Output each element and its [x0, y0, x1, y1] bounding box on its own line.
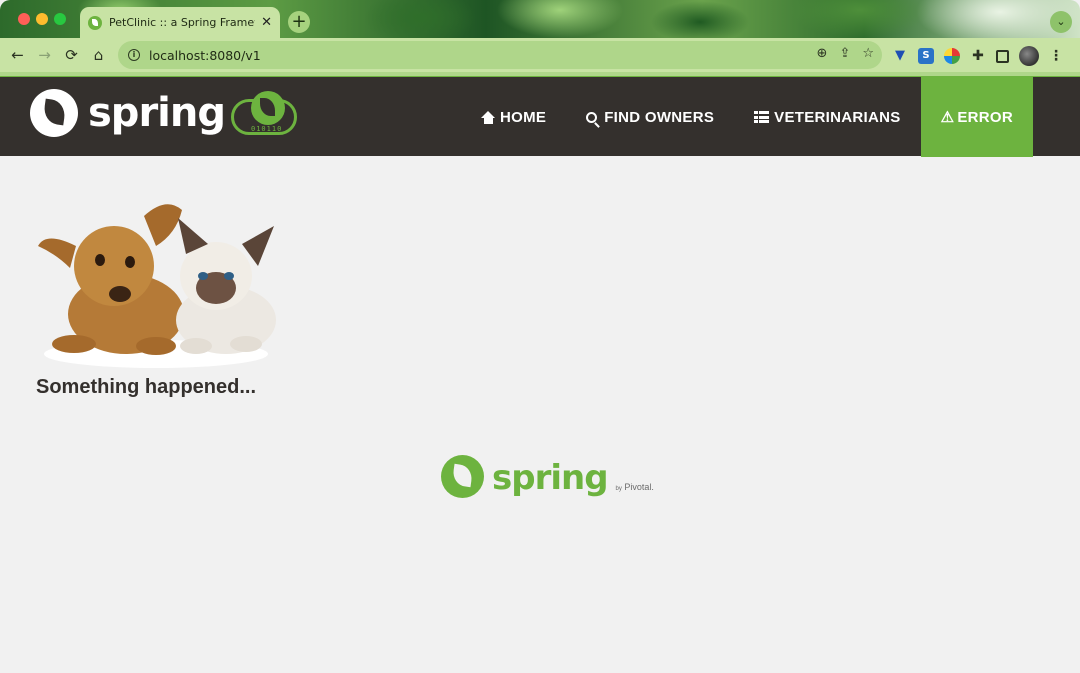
more-menu-icon[interactable]: ⋮: [1049, 48, 1063, 64]
url-text[interactable]: localhost:8080/v1: [149, 48, 261, 63]
nav-error[interactable]: ⚠ ERROR: [920, 77, 1033, 157]
browser-tab[interactable]: PetClinic :: a Spring Framework demo ✕: [80, 7, 280, 38]
spring-leaf-icon: [30, 89, 78, 137]
footer-brand-text: spring: [492, 458, 609, 498]
back-button[interactable]: ←: [4, 46, 31, 64]
app-navbar: spring 010110 HOME FIND OWNERS VETERINAR…: [0, 76, 1080, 157]
tab-search-button[interactable]: ⌄: [1050, 11, 1072, 33]
spring-logo[interactable]: spring 010110: [30, 89, 297, 137]
browser-toolbar: ← → ⟳ ⌂ i localhost:8080/v1 ⊕ ⇪ ☆ ▼ S ✚ …: [0, 38, 1080, 72]
main-nav: HOME FIND OWNERS VETERINARIANS ⚠ ERROR: [461, 77, 1033, 157]
share-icon[interactable]: ⇪: [839, 46, 850, 61]
petclinic-badge-icon: 010110: [231, 91, 297, 135]
address-bar[interactable]: i localhost:8080/v1 ⊕ ⇪ ☆: [118, 41, 882, 69]
footer-spring-logo: spring by Pivotal.: [441, 455, 654, 498]
minimize-window-button[interactable]: [36, 13, 48, 25]
profile-avatar[interactable]: [1019, 46, 1039, 66]
home-icon: [480, 110, 496, 124]
tab-title: PetClinic :: a Spring Framework demo: [109, 16, 255, 29]
list-icon: [754, 111, 770, 123]
extensions-area: ▼ S ✚ ⋮: [892, 46, 1063, 66]
error-message: Something happened...: [36, 376, 257, 398]
home-button[interactable]: ⌂: [85, 46, 112, 64]
nav-home-label: HOME: [499, 108, 547, 126]
side-panel-icon[interactable]: [996, 49, 1009, 63]
s-extension-icon[interactable]: S: [918, 48, 934, 64]
nav-find-owners-label: FIND OWNERS: [604, 108, 715, 126]
zoom-icon[interactable]: ⊕: [817, 46, 828, 61]
zoom-window-button[interactable]: [54, 13, 66, 25]
extensions-puzzle-icon[interactable]: ✚: [970, 48, 986, 64]
vue-devtools-extension-icon[interactable]: ▼: [892, 48, 908, 64]
browser-tabstrip: PetClinic :: a Spring Framework demo ✕ +…: [0, 0, 1080, 38]
colorful-extension-icon[interactable]: [944, 48, 960, 64]
search-icon: [586, 111, 598, 123]
tab-close-icon[interactable]: ✕: [261, 16, 272, 29]
spring-leaf-icon: [441, 455, 484, 498]
pets-image: [38, 204, 276, 368]
warning-icon: ⚠: [940, 109, 955, 126]
reload-button[interactable]: ⟳: [58, 46, 85, 64]
spring-favicon-icon: [88, 15, 102, 30]
nav-find-owners[interactable]: FIND OWNERS: [566, 77, 734, 157]
nav-veterinarians[interactable]: VETERINARIANS: [734, 77, 920, 157]
footer-by-pivotal: by Pivotal.: [615, 482, 654, 492]
brand-text: spring: [88, 90, 226, 136]
bookmark-star-icon[interactable]: ☆: [862, 46, 874, 61]
info-icon[interactable]: i: [128, 49, 140, 61]
nav-veterinarians-label: VETERINARIANS: [774, 108, 901, 126]
forward-button[interactable]: →: [31, 46, 58, 64]
nav-error-label: ERROR: [957, 108, 1013, 126]
close-window-button[interactable]: [18, 13, 30, 25]
new-tab-button[interactable]: +: [288, 11, 310, 33]
nav-home[interactable]: HOME: [461, 77, 566, 157]
